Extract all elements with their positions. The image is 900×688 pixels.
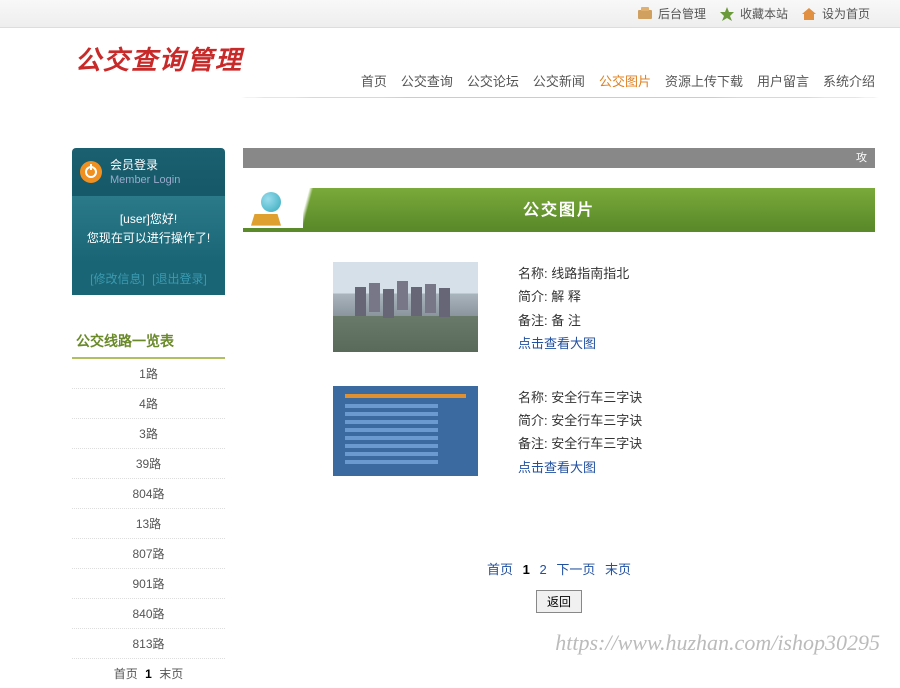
pager-page-1[interactable]: 1 bbox=[523, 562, 530, 577]
topbar-admin-label: 后台管理 bbox=[658, 5, 706, 22]
routes-pager-last[interactable]: 末页 bbox=[159, 667, 183, 681]
topbar-favorite-link[interactable]: 收藏本站 bbox=[718, 5, 788, 22]
gallery-thumbnail[interactable] bbox=[333, 262, 478, 352]
topbar-homepage-label: 设为首页 bbox=[822, 5, 870, 22]
main-pager: 首页 1 2 下一页 末页 bbox=[243, 559, 875, 578]
route-item[interactable]: 1路 bbox=[72, 359, 225, 389]
site-logo: 公交查询管理 bbox=[75, 40, 243, 77]
gallery-intro-row: 简介: 安全行车三字诀 bbox=[518, 409, 642, 432]
section-header: 公交图片 bbox=[243, 188, 875, 232]
back-button[interactable]: 返回 bbox=[536, 590, 582, 613]
login-greeting-2: 您现在可以进行操作了! bbox=[80, 229, 217, 248]
route-item[interactable]: 840路 bbox=[72, 599, 225, 629]
route-item[interactable]: 804路 bbox=[72, 479, 225, 509]
gallery-intro-row: 简介: 解 释 bbox=[518, 285, 629, 308]
view-large-link[interactable]: 点击查看大图 bbox=[518, 332, 629, 355]
gallery-item: 名称: 安全行车三字诀简介: 安全行车三字诀备注: 安全行车三字诀点击查看大图 bbox=[253, 386, 865, 480]
route-item[interactable]: 901路 bbox=[72, 569, 225, 599]
nav-item-6[interactable]: 用户留言 bbox=[757, 71, 809, 90]
nav-item-7[interactable]: 系统介绍 bbox=[823, 71, 875, 90]
nav-item-4[interactable]: 公交图片 bbox=[599, 71, 651, 90]
route-item[interactable]: 807路 bbox=[72, 539, 225, 569]
sidebar: 会员登录 Member Login [user]您好! 您现在可以进行操作了! … bbox=[0, 148, 225, 688]
nav-item-0[interactable]: 首页 bbox=[361, 71, 387, 90]
route-item[interactable]: 813路 bbox=[72, 629, 225, 659]
admin-icon bbox=[636, 6, 654, 22]
topbar-favorite-label: 收藏本站 bbox=[740, 5, 788, 22]
gallery-remark-row: 备注: 安全行车三字诀 bbox=[518, 432, 642, 455]
routes-list: 1路4路3路39路804路13路807路901路840路813路 bbox=[72, 359, 225, 659]
gallery-name-row: 名称: 安全行车三字诀 bbox=[518, 386, 642, 409]
nav-item-1[interactable]: 公交查询 bbox=[401, 71, 453, 90]
logout-link[interactable]: [退出登录] bbox=[152, 272, 207, 286]
marquee-bar: 攻 bbox=[243, 148, 875, 168]
routes-pager: 首页 1 末页 bbox=[72, 659, 225, 688]
gallery-thumbnail[interactable] bbox=[333, 386, 478, 476]
back-button-wrap: 返回 bbox=[243, 590, 875, 613]
routes-pager-first[interactable]: 首页 bbox=[114, 667, 138, 681]
login-title-cn: 会员登录 bbox=[110, 158, 180, 174]
home-icon bbox=[800, 6, 818, 22]
route-item[interactable]: 4路 bbox=[72, 389, 225, 419]
login-widget: 会员登录 Member Login [user]您好! 您现在可以进行操作了! … bbox=[72, 148, 225, 295]
modify-info-link[interactable]: [修改信息] bbox=[90, 272, 145, 286]
power-icon bbox=[80, 161, 102, 183]
gallery-remark-row: 备注: 备 注 bbox=[518, 309, 629, 332]
view-large-link[interactable]: 点击查看大图 bbox=[518, 456, 642, 479]
routes-pager-current: 1 bbox=[145, 667, 152, 681]
section-title: 公交图片 bbox=[523, 196, 595, 220]
nav-item-5[interactable]: 资源上传下载 bbox=[665, 71, 743, 90]
gallery: 名称: 线路指南指北简介: 解 释备注: 备 注点击查看大图名称: 安全行车三字… bbox=[243, 232, 875, 539]
routes-header: 公交线路一览表 bbox=[72, 325, 225, 359]
pager-last[interactable]: 末页 bbox=[605, 562, 631, 577]
header: 公交查询管理 首页公交查询公交论坛公交新闻公交图片资源上传下载用户留言系统介绍 bbox=[0, 28, 900, 98]
login-title-en: Member Login bbox=[110, 174, 180, 186]
topbar-homepage-link[interactable]: 设为首页 bbox=[800, 5, 870, 22]
routes-widget: 公交线路一览表 1路4路3路39路804路13路807路901路840路813路… bbox=[72, 325, 225, 688]
route-item[interactable]: 39路 bbox=[72, 449, 225, 479]
nav-divider bbox=[240, 97, 880, 98]
login-body: [user]您好! 您现在可以进行操作了! bbox=[72, 196, 225, 262]
pager-next[interactable]: 下一页 bbox=[556, 562, 595, 577]
pager-page-2[interactable]: 2 bbox=[539, 562, 546, 577]
nav-item-3[interactable]: 公交新闻 bbox=[533, 71, 585, 90]
route-item[interactable]: 13路 bbox=[72, 509, 225, 539]
login-greeting-1: [user]您好! bbox=[80, 210, 217, 229]
top-bar: 后台管理 收藏本站 设为首页 bbox=[0, 0, 900, 28]
gallery-name-row: 名称: 线路指南指北 bbox=[518, 262, 629, 285]
route-item[interactable]: 3路 bbox=[72, 419, 225, 449]
login-actions: [修改信息] [退出登录] bbox=[72, 262, 225, 295]
topbar-admin-link[interactable]: 后台管理 bbox=[636, 5, 706, 22]
gallery-info: 名称: 安全行车三字诀简介: 安全行车三字诀备注: 安全行车三字诀点击查看大图 bbox=[518, 386, 642, 480]
favorite-icon bbox=[718, 6, 736, 22]
main-area: 攻 公交图片 名称: 线路指南指北简介: 解 释备注: 备 注点击查看大图名称:… bbox=[225, 148, 900, 688]
main-nav: 首页公交查询公交论坛公交新闻公交图片资源上传下载用户留言系统介绍 bbox=[361, 71, 875, 90]
pager-first[interactable]: 首页 bbox=[487, 562, 513, 577]
book-icon bbox=[251, 188, 291, 228]
gallery-info: 名称: 线路指南指北简介: 解 释备注: 备 注点击查看大图 bbox=[518, 262, 629, 356]
gallery-item: 名称: 线路指南指北简介: 解 释备注: 备 注点击查看大图 bbox=[253, 262, 865, 356]
login-header: 会员登录 Member Login bbox=[72, 148, 225, 196]
content-wrapper: 会员登录 Member Login [user]您好! 您现在可以进行操作了! … bbox=[0, 148, 900, 688]
nav-item-2[interactable]: 公交论坛 bbox=[467, 71, 519, 90]
